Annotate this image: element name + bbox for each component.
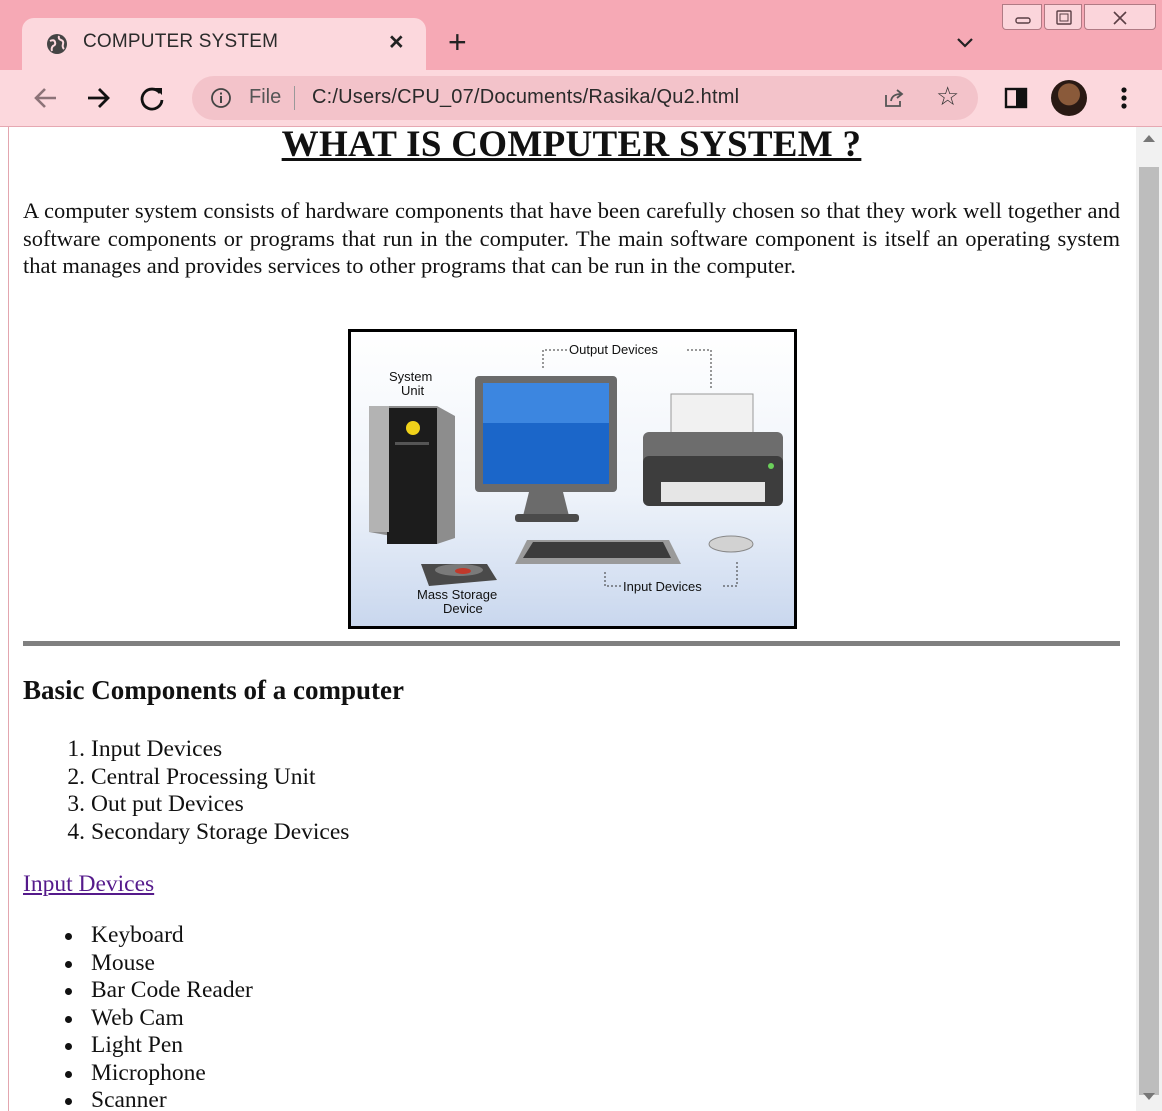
bullet-icon bbox=[63, 1087, 91, 1111]
browser-chrome: COMPUTER SYSTEM × + File C:/Users/CPU_07… bbox=[0, 0, 1162, 127]
list-number: 2. bbox=[67, 763, 85, 790]
list-item-label: Light Pen bbox=[91, 1032, 184, 1058]
list-item-label: Bar Code Reader bbox=[91, 977, 253, 1003]
list-item-label: Keyboard bbox=[91, 922, 184, 948]
section-heading: Basic Components of a computer bbox=[23, 675, 404, 705]
chevron-down-icon[interactable] bbox=[955, 32, 975, 52]
address-separator bbox=[294, 86, 295, 110]
list-item: Scanner bbox=[63, 1087, 253, 1111]
forward-arrow-icon[interactable] bbox=[82, 82, 114, 114]
mass-storage-label-line2: Device bbox=[443, 601, 483, 616]
kebab-menu-icon[interactable] bbox=[1112, 83, 1136, 113]
components-list: 1. Input Devices 2. Central Processing Uni… bbox=[63, 736, 349, 846]
list-item: 2. Central Processing Unit bbox=[63, 764, 349, 792]
list-item-label: Out put Devices bbox=[91, 791, 244, 817]
input-devices-link[interactable]: Input Devices bbox=[23, 871, 154, 898]
vertical-scrollbar[interactable] bbox=[1136, 127, 1162, 1111]
scroll-up-arrow-icon[interactable] bbox=[1143, 135, 1155, 142]
scrollbar-thumb[interactable] bbox=[1139, 167, 1159, 1095]
bullet-icon bbox=[63, 922, 91, 950]
monitor bbox=[475, 376, 617, 522]
list-item: 4. Secondary Storage Devices bbox=[63, 819, 349, 847]
maximize-icon bbox=[1056, 10, 1072, 25]
scroll-down-arrow-icon[interactable] bbox=[1143, 1093, 1155, 1100]
list-item-label: Microphone bbox=[91, 1059, 206, 1086]
back-arrow-icon[interactable] bbox=[30, 82, 62, 114]
bullet-icon bbox=[63, 1032, 91, 1060]
minimize-icon bbox=[1015, 17, 1031, 24]
share-icon[interactable] bbox=[882, 86, 906, 110]
input-devices-label: Input Devices bbox=[623, 579, 702, 594]
side-panel-icon[interactable] bbox=[1004, 86, 1028, 110]
url-text[interactable]: C:/Users/CPU_07/Documents/Rasika/Qu2.htm… bbox=[312, 86, 739, 109]
minimize-button[interactable] bbox=[1002, 4, 1042, 30]
list-item: Bar Code Reader bbox=[63, 977, 253, 1005]
bullet-icon bbox=[63, 950, 91, 978]
printer bbox=[643, 393, 783, 506]
list-number: 1. bbox=[67, 736, 85, 762]
list-item-label: Central Processing Unit bbox=[91, 763, 316, 790]
system-unit-tower bbox=[369, 406, 455, 544]
tab-computer-system[interactable]: COMPUTER SYSTEM × bbox=[22, 18, 426, 70]
reload-icon[interactable] bbox=[136, 82, 168, 114]
bullet-icon bbox=[63, 1005, 91, 1033]
list-item: Microphone bbox=[63, 1060, 253, 1088]
browser-toolbar: File C:/Users/CPU_07/Documents/Rasika/Qu… bbox=[0, 70, 1162, 127]
list-item-label: Input Devices bbox=[91, 736, 223, 762]
address-bar[interactable]: File C:/Users/CPU_07/Documents/Rasika/Qu… bbox=[192, 76, 978, 120]
list-item: 3. Out put Devices bbox=[63, 791, 349, 819]
mouse-device bbox=[708, 535, 754, 553]
tab-title: COMPUTER SYSTEM bbox=[83, 31, 279, 52]
page-title: WHAT IS COMPUTER SYSTEM ? bbox=[281, 127, 862, 165]
list-item-label: Mouse bbox=[91, 949, 155, 976]
scheme-label: File bbox=[249, 86, 282, 108]
horizontal-rule bbox=[23, 641, 1120, 646]
info-icon[interactable] bbox=[210, 87, 232, 109]
computer-system-diagram: Output Devices System Unit Input Devices… bbox=[348, 329, 797, 629]
list-number: 4. bbox=[67, 818, 85, 845]
list-item-label: Scanner bbox=[91, 1087, 167, 1111]
bullet-icon bbox=[63, 977, 91, 1005]
window-controls bbox=[1000, 0, 1160, 34]
close-tab-icon[interactable]: × bbox=[389, 30, 404, 55]
list-item: Light Pen bbox=[63, 1032, 253, 1060]
list-item: Mouse bbox=[63, 950, 253, 978]
maximize-button[interactable] bbox=[1044, 4, 1082, 30]
list-item: Keyboard bbox=[63, 922, 253, 950]
close-icon bbox=[1113, 11, 1127, 25]
keyboard bbox=[515, 540, 681, 564]
input-devices-list: Keyboard Mouse Bar Code Reader Web Cam L… bbox=[63, 922, 253, 1111]
system-unit-label-line2: Unit bbox=[401, 383, 425, 398]
list-item-label: Secondary Storage Devices bbox=[91, 818, 350, 845]
mass-storage-label-line1: Mass Storage bbox=[417, 587, 498, 602]
intro-paragraph: A computer system consists of hardware c… bbox=[23, 198, 1120, 278]
list-number: 3. bbox=[67, 791, 85, 817]
list-item: 1. Input Devices bbox=[63, 736, 349, 764]
tab-strip: COMPUTER SYSTEM × + bbox=[0, 0, 1162, 70]
globe-icon bbox=[47, 34, 67, 54]
mass-storage-device bbox=[421, 564, 497, 586]
system-unit-label-line1: System bbox=[389, 369, 433, 384]
close-window-button[interactable] bbox=[1084, 4, 1156, 30]
profile-avatar[interactable] bbox=[1051, 80, 1087, 116]
list-item-label: Web Cam bbox=[91, 1004, 184, 1031]
page-viewport: WHAT IS COMPUTER SYSTEM ? A computer sys… bbox=[8, 127, 1136, 1111]
bullet-icon bbox=[63, 1060, 91, 1088]
new-tab-button[interactable]: + bbox=[448, 26, 467, 58]
list-item: Web Cam bbox=[63, 1005, 253, 1033]
bookmark-star-icon[interactable]: ☆ bbox=[936, 83, 959, 109]
output-devices-label: Output Devices bbox=[569, 342, 658, 357]
